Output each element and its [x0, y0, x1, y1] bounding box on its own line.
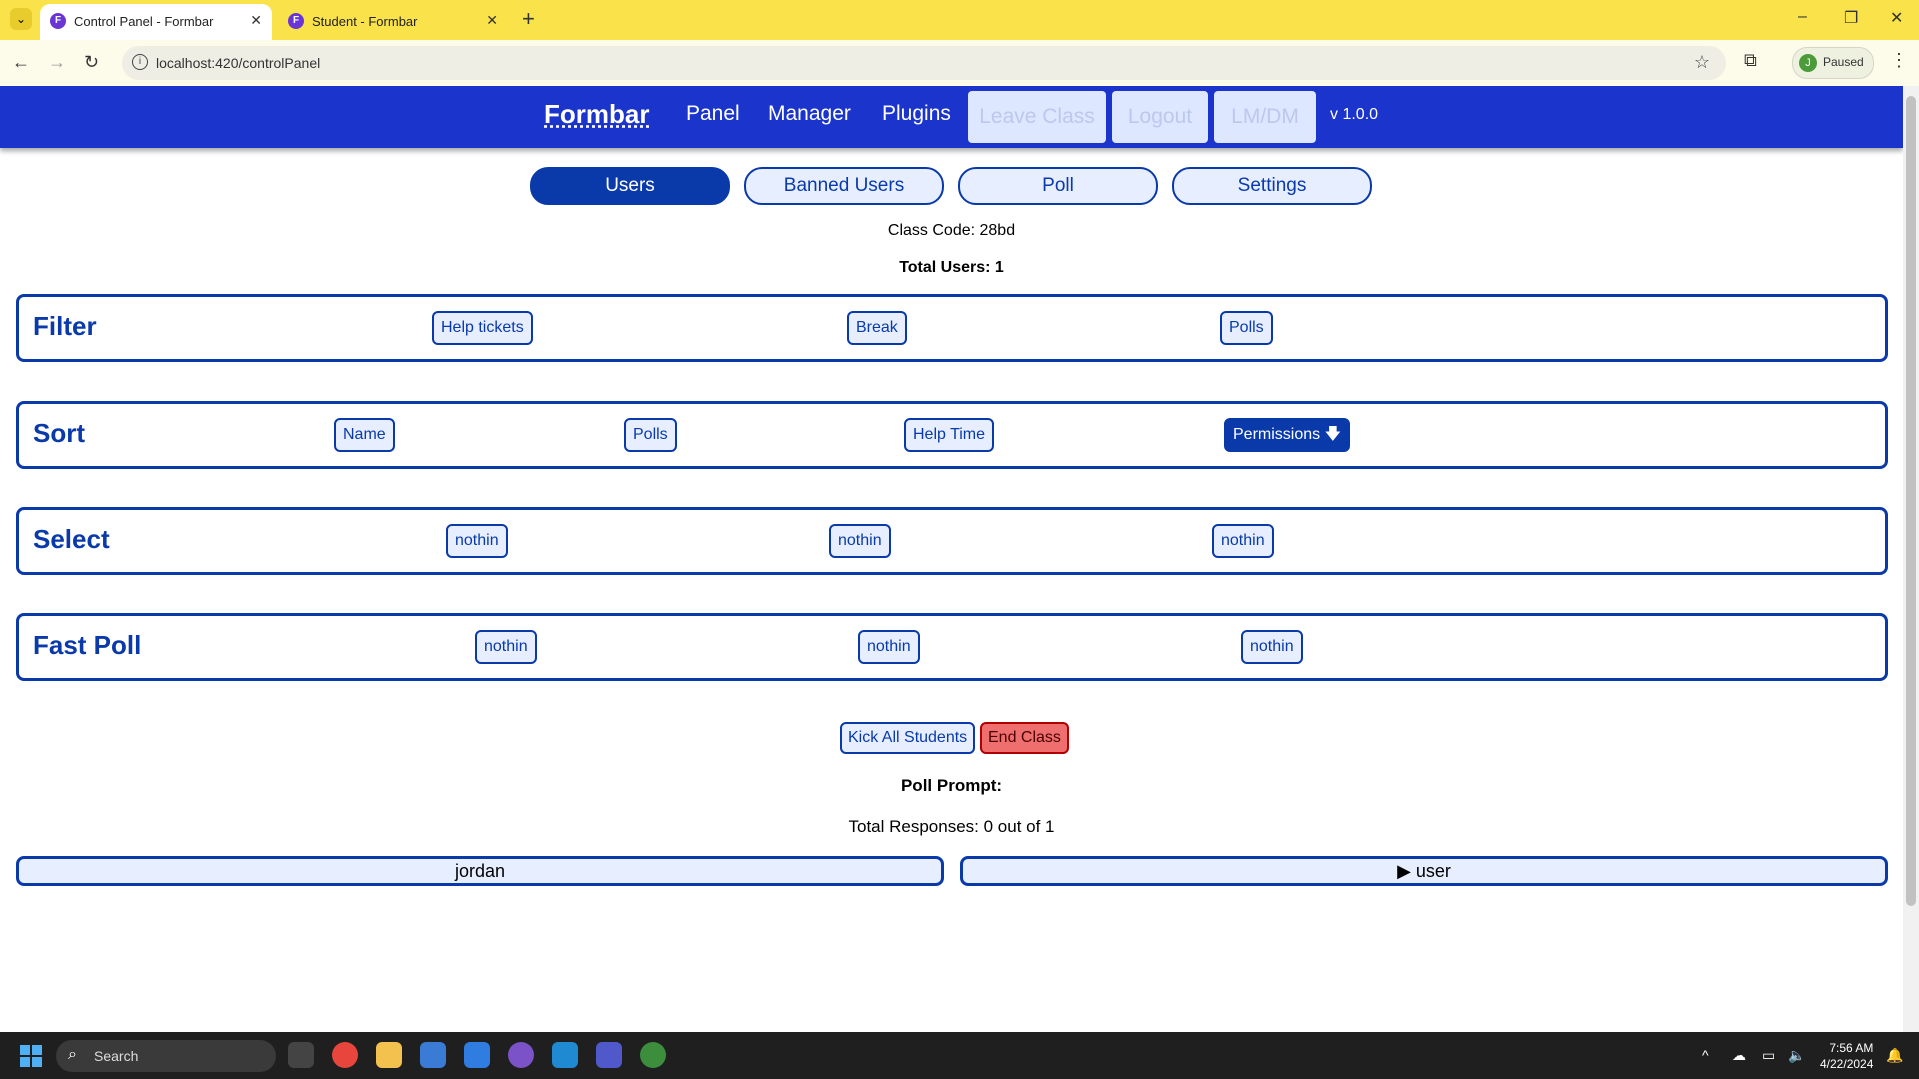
search-icon: ⌕ [68, 1046, 77, 1063]
tab-close-icon[interactable]: ✕ [250, 12, 262, 29]
page-content: Formbar Panel Manager Plugins Leave Clas… [0, 86, 1903, 1032]
network-icon[interactable]: ▭ [1762, 1047, 1775, 1064]
site-info-icon[interactable]: i [132, 54, 148, 70]
filter-break-button[interactable]: Break [847, 311, 907, 345]
total-responses: Total Responses: 0 out of 1 [848, 817, 1055, 836]
tab-close-icon[interactable]: ✕ [486, 12, 498, 29]
select-option-button[interactable]: nothin [829, 524, 891, 558]
brand-logo[interactable]: Formbar [544, 99, 649, 130]
sort-help-time-button[interactable]: Help Time [904, 418, 995, 452]
github-icon[interactable] [508, 1042, 534, 1068]
chrome-profile-icon[interactable] [640, 1042, 666, 1068]
panel-title: Sort [33, 418, 85, 448]
volume-icon[interactable]: 🔈 [1788, 1047, 1805, 1064]
select-option-button[interactable]: nothin [446, 524, 508, 558]
store-icon[interactable] [420, 1042, 446, 1068]
panel-title: Select [33, 524, 110, 554]
page-scrollbar[interactable] [1903, 86, 1919, 1032]
filter-help-tickets-button[interactable]: Help tickets [432, 311, 533, 345]
notification-bell-icon[interactable]: 🔔 [1886, 1047, 1903, 1064]
minimize-icon[interactable]: – [1798, 8, 1807, 26]
formbar-favicon-icon: F [288, 13, 304, 29]
teams-icon[interactable] [596, 1042, 622, 1068]
nav-link-plugins[interactable]: Plugins [882, 102, 951, 126]
kick-all-students-button[interactable]: Kick All Students [840, 722, 976, 754]
poll-prompt: Poll Prompt: [900, 776, 1003, 795]
leave-class-button[interactable]: Leave Class [968, 91, 1106, 143]
new-tab-icon[interactable]: + [522, 6, 535, 32]
tab-settings[interactable]: Settings [1172, 167, 1372, 205]
tab-search-icon[interactable]: ⌄ [10, 8, 32, 30]
search-placeholder: Search [94, 1048, 139, 1064]
app-navbar: Formbar Panel Manager Plugins Leave Clas… [0, 86, 1903, 148]
browser-toolbar: ← → ↻ i localhost:420/controlPanel ☆ [0, 40, 1919, 86]
lm-dm-button[interactable]: LM/DM [1214, 91, 1316, 143]
windows-start-icon[interactable] [20, 1045, 42, 1067]
total-users: Total Users: 1 [899, 259, 1004, 276]
reload-icon[interactable]: ↻ [84, 52, 99, 73]
tab-title: Student - Formbar [312, 14, 418, 29]
vscode-icon[interactable] [552, 1042, 578, 1068]
tab-users[interactable]: Users [530, 167, 730, 205]
select-panel: Select nothin nothin nothin [16, 507, 1888, 575]
fast-poll-option-button[interactable]: nothin [858, 630, 920, 664]
user-card-jordan[interactable]: jordan [16, 856, 944, 886]
address-bar[interactable]: i localhost:420/controlPanel ☆ [122, 46, 1726, 80]
fast-poll-panel: Fast Poll nothin nothin nothin [16, 613, 1888, 681]
sort-permissions-button[interactable]: Permissions 🡇 [1224, 418, 1351, 452]
window-close-icon[interactable]: ✕ [1890, 8, 1903, 28]
browser-tabstrip: ⌄ F Control Panel - Formbar ✕ F Student … [0, 0, 1919, 40]
browser-tab-student[interactable]: F Student - Formbar ✕ [278, 4, 508, 40]
class-code: Class Code: 28bd [887, 222, 1016, 239]
url-text[interactable]: localhost:420/controlPanel [156, 55, 320, 71]
file-explorer-icon[interactable] [376, 1042, 402, 1068]
browser-menu-icon[interactable]: ⋮ [1890, 50, 1908, 71]
back-icon[interactable]: ← [12, 52, 30, 73]
fast-poll-option-button[interactable]: nothin [1241, 630, 1303, 664]
profile-button[interactable]: J Paused [1792, 47, 1874, 79]
taskbar-search[interactable]: ⌕ Search [56, 1040, 276, 1072]
clock-date: 4/22/2024 [1820, 1057, 1874, 1071]
forward-icon[interactable]: → [48, 52, 66, 73]
clock-time: 7:56 AM [1829, 1041, 1874, 1055]
formbar-favicon-icon: F [50, 13, 66, 29]
system-clock[interactable]: 7:56 AM 4/22/2024 [1820, 1040, 1873, 1072]
chrome-icon[interactable] [332, 1042, 358, 1068]
scroll-thumb[interactable] [1906, 96, 1916, 906]
restore-icon[interactable]: ❐ [1844, 8, 1858, 28]
mail-icon[interactable] [464, 1042, 490, 1068]
end-class-button[interactable]: End Class [980, 722, 1069, 754]
extensions-icon[interactable]: ⧉ [1744, 50, 1757, 71]
filter-polls-button[interactable]: Polls [1220, 311, 1273, 345]
sort-panel: Sort Name Polls Help Time Permissions 🡇 [16, 401, 1888, 469]
task-view-icon[interactable] [288, 1042, 314, 1068]
fast-poll-option-button[interactable]: nothin [475, 630, 537, 664]
sort-name-button[interactable]: Name [334, 418, 395, 452]
tab-title: Control Panel - Formbar [74, 14, 214, 29]
select-option-button[interactable]: nothin [1212, 524, 1274, 558]
version-label: v 1.0.0 [1330, 106, 1379, 123]
avatar: J [1799, 54, 1817, 72]
nav-link-panel[interactable]: Panel [686, 102, 740, 126]
profile-status: Paused [1823, 55, 1864, 69]
logout-button[interactable]: Logout [1112, 91, 1208, 143]
onedrive-icon[interactable]: ☁ [1732, 1047, 1746, 1064]
panel-title: Filter [33, 311, 97, 341]
tray-overflow-icon[interactable]: ^ [1702, 1047, 1709, 1063]
windows-taskbar: ⌕ Search ^ ☁ ▭ 🔈 7:56 AM 4/22/2024 🔔 [0, 1032, 1919, 1079]
browser-tab-control-panel[interactable]: F Control Panel - Formbar ✕ [40, 4, 272, 40]
tab-banned-users[interactable]: Banned Users [744, 167, 944, 205]
user-card-user[interactable]: ▶ user [960, 856, 1888, 886]
nav-link-manager[interactable]: Manager [768, 102, 851, 126]
filter-panel: Filter Help tickets Break Polls [16, 294, 1888, 362]
sort-polls-button[interactable]: Polls [624, 418, 677, 452]
bookmark-star-icon[interactable]: ☆ [1694, 52, 1710, 73]
tab-poll[interactable]: Poll [958, 167, 1158, 205]
panel-title: Fast Poll [33, 630, 142, 660]
